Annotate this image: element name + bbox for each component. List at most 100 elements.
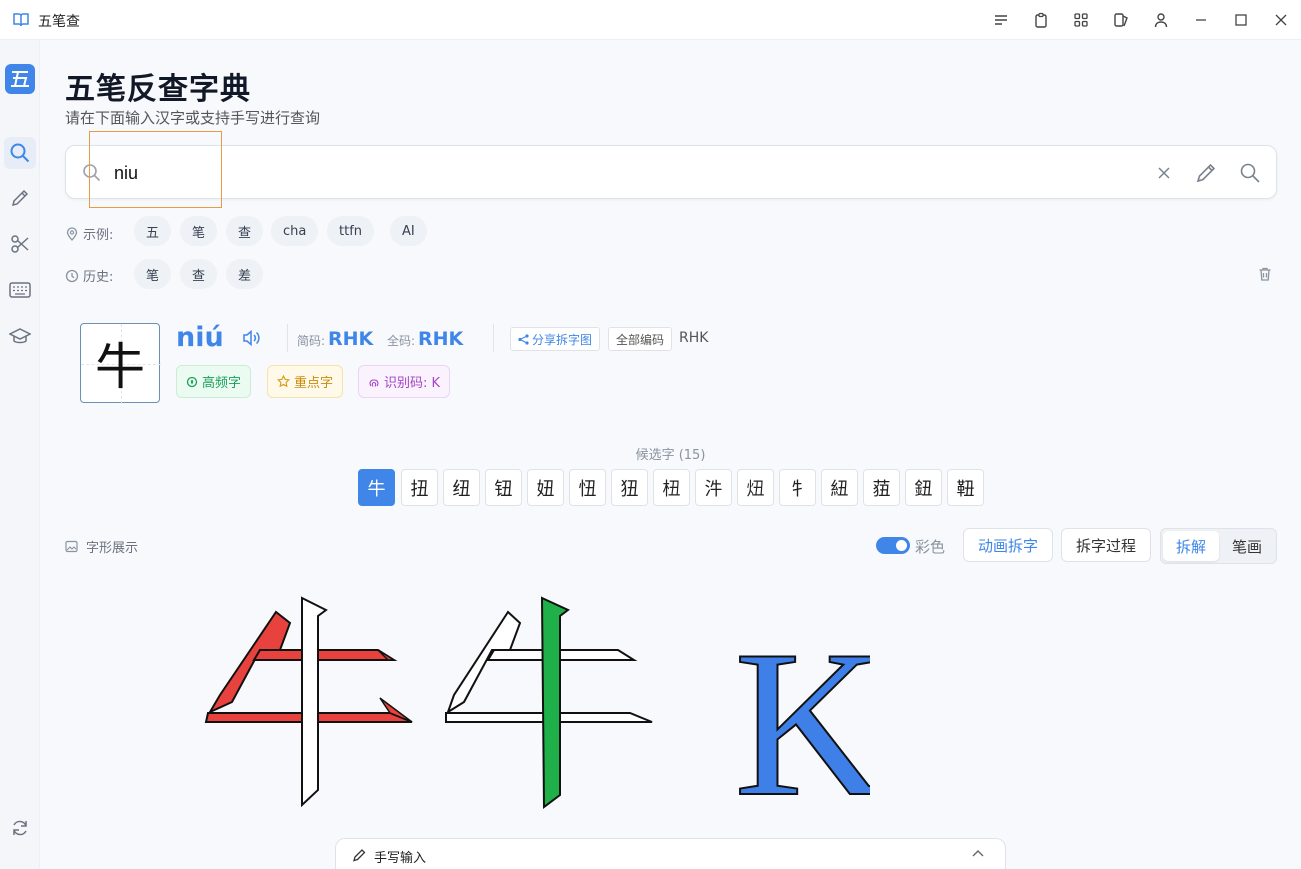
image-icon: [65, 540, 78, 553]
book-icon: [13, 13, 29, 27]
candidate-char[interactable]: 炄: [737, 469, 774, 506]
tab-stroke[interactable]: 笔画: [1219, 531, 1275, 561]
stroke-red: [252, 649, 398, 661]
pencil-icon: [11, 189, 29, 207]
key-char-badge: 重点字: [267, 365, 344, 398]
glyph-display: K: [204, 596, 870, 815]
candidate-char[interactable]: 牛: [358, 469, 395, 506]
divider: [287, 324, 288, 352]
logo-icon: [11, 71, 29, 87]
color-toggle[interactable]: [876, 537, 910, 554]
pinyin: niú: [176, 322, 224, 353]
pencil-icon: [1196, 163, 1216, 183]
search-submit-button[interactable]: [1238, 161, 1262, 185]
keyboard-icon: [9, 282, 31, 298]
search-icon: [10, 143, 30, 163]
clipboard-button[interactable]: [1031, 10, 1051, 30]
short-code: RHK: [328, 328, 374, 350]
candidate-char[interactable]: 忸: [569, 469, 606, 506]
handwriting-label: 手写输入: [374, 851, 427, 866]
candidates-title: 候选字 (15): [635, 448, 706, 463]
fire-icon: [186, 376, 198, 387]
sidebar-item-handwrite[interactable]: [4, 182, 36, 214]
handwriting-bar[interactable]: 手写输入: [335, 838, 1006, 869]
clipboard-icon: [1035, 12, 1047, 28]
candidate-char[interactable]: 杻: [653, 469, 690, 506]
search-icon: [83, 164, 101, 182]
share-split-button[interactable]: 分享拆字图: [510, 327, 601, 351]
stroke-outline: [446, 610, 522, 715]
clear-button[interactable]: [1152, 161, 1176, 185]
example-chip[interactable]: 查: [226, 216, 264, 246]
theme-button[interactable]: [1111, 10, 1131, 30]
example-chip[interactable]: AI: [390, 216, 427, 246]
close-button[interactable]: [1271, 10, 1291, 30]
sidebar-item-keyboard[interactable]: [4, 274, 36, 306]
stroke-red: [207, 610, 292, 715]
speaker-icon[interactable]: [242, 329, 262, 347]
candidate-char[interactable]: 纽: [443, 469, 480, 506]
grid-icon: [1074, 13, 1088, 27]
trash-icon[interactable]: [1257, 266, 1273, 282]
clear-icon: [1158, 167, 1170, 179]
full-code: RHK: [418, 328, 464, 350]
history-chip[interactable]: 查: [180, 259, 218, 289]
chevron-up-icon[interactable]: [972, 849, 984, 859]
search-input[interactable]: [114, 158, 1114, 188]
app-logo: [5, 64, 35, 94]
candidate-char[interactable]: 狃: [611, 469, 648, 506]
page-title: 五笔反查字典: [65, 72, 251, 107]
menu-icon: [995, 15, 1007, 25]
all-codes-value: RHK: [679, 330, 709, 346]
example-chip[interactable]: 笔: [180, 216, 218, 246]
stroke-green: [540, 596, 570, 809]
history-label: 历史:: [65, 266, 113, 285]
candidate-char[interactable]: 扭: [401, 469, 438, 506]
code-letter: K: [734, 608, 870, 815]
share-icon: [518, 333, 529, 345]
clock-icon: [65, 269, 79, 282]
search-icon: [1240, 163, 1260, 183]
fingerprint-icon: [369, 378, 379, 387]
stroke-outline: [301, 596, 328, 808]
history-chip[interactable]: 差: [226, 259, 264, 289]
maximize-button[interactable]: [1231, 10, 1251, 30]
candidate-char[interactable]: 钮: [485, 469, 522, 506]
high-frequency-badge: 高频字: [176, 365, 252, 398]
apps-button[interactable]: [1071, 10, 1091, 30]
sidebar-item-search[interactable]: [4, 137, 36, 169]
candidate-char[interactable]: 靵: [947, 469, 984, 506]
example-chip[interactable]: ttfn: [327, 216, 375, 246]
candidate-char[interactable]: 妞: [527, 469, 564, 506]
search-box: [65, 145, 1277, 199]
candidate-char[interactable]: 鈕: [905, 469, 942, 506]
pencil-icon: [353, 849, 366, 862]
graduation-cap-icon: [9, 328, 31, 344]
example-chip[interactable]: 五: [134, 216, 172, 246]
refresh-icon: [13, 820, 27, 836]
candidate-char[interactable]: 紐: [821, 469, 858, 506]
theme-icon: [1114, 13, 1128, 27]
short-code-label: 简码:: [297, 334, 326, 348]
candidate-char[interactable]: 汼: [695, 469, 732, 506]
glyph-section-label: 字形展示: [65, 537, 138, 556]
user-icon: [1154, 13, 1168, 28]
split-process-button[interactable]: 拆字过程: [1061, 528, 1151, 562]
component-2: [445, 596, 653, 809]
sidebar-item-split[interactable]: [4, 228, 36, 260]
handwrite-button[interactable]: [1194, 161, 1218, 185]
sidebar-item-learn[interactable]: [4, 320, 36, 352]
example-chip[interactable]: cha: [271, 216, 319, 246]
examples-label: 示例:: [65, 224, 113, 243]
history-chip[interactable]: 笔: [134, 259, 172, 289]
minimize-button[interactable]: [1191, 10, 1211, 30]
window-title: 五笔查: [38, 14, 80, 30]
candidate-char[interactable]: 莥: [863, 469, 900, 506]
user-button[interactable]: [1151, 10, 1171, 30]
sidebar-item-refresh[interactable]: [4, 812, 36, 844]
star-icon: [277, 375, 290, 388]
candidate-char[interactable]: 牜: [779, 469, 816, 506]
animate-split-button[interactable]: 动画拆字: [963, 528, 1053, 562]
tab-split[interactable]: 拆解: [1163, 531, 1219, 561]
menu-button[interactable]: [991, 10, 1011, 30]
